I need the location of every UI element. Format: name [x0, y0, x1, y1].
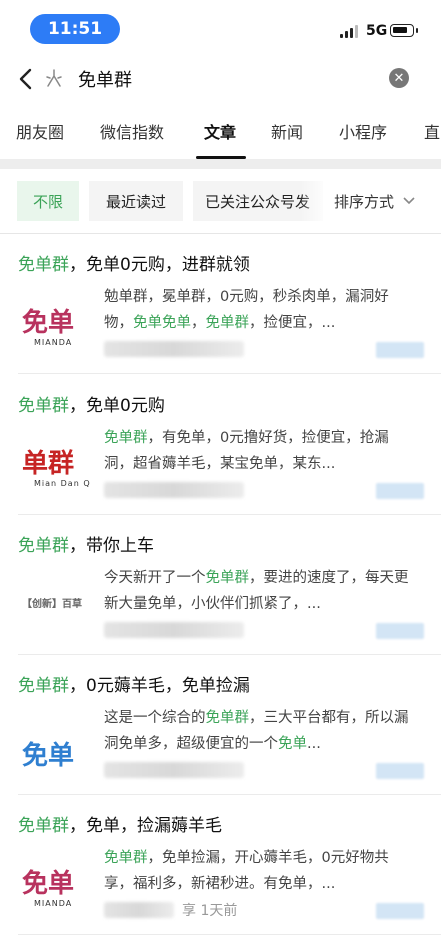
snippet-highlight: 免单群 [205, 315, 250, 331]
article-snippet: 今天新开了一个免单群，要进的速度了，每天更新大量免单，小伙伴们抓紧了，... [104, 565, 416, 617]
title-text: ，带你上车 [69, 536, 154, 556]
snippet-text: 今天新开了一个 [104, 570, 206, 586]
article-result[interactable]: 免单群，带你上车 【创新】百草 今天新开了一个免单群，要进的速度了，每天更新大量免单… [0, 515, 441, 655]
signal-icon [340, 25, 358, 38]
status-time: 11:51 [30, 14, 120, 44]
article-meta [104, 481, 244, 499]
tab-moments[interactable]: 朋友圈 [16, 119, 64, 143]
sparkle-icon[interactable] [44, 68, 64, 90]
article-result[interactable]: 免单群，免单0元购，进群就领 免单 MIANDA 勉单群，冕单群，0元购，秒杀肉单，漏… [0, 234, 441, 374]
article-snippet: 免单群，有免单，0元撸好货，捡便宜，抢漏洞，超省薅羊毛，某宝免单，某东... [104, 425, 416, 477]
blurred-source [104, 622, 244, 638]
thumbnail-text: 【创新】百草 [22, 599, 82, 610]
title-text: ，免单0元购 [69, 396, 165, 416]
article-thumbnail: 【创新】百草 [18, 573, 90, 645]
title-highlight: 免单群 [18, 536, 69, 556]
snippet-text: ... [307, 736, 321, 752]
blurred-tag [376, 763, 424, 779]
blurred-source [104, 341, 244, 357]
snippet-text: 这是一个综合的 [104, 710, 206, 726]
snippet-highlight: 免单群 [205, 710, 250, 726]
snippet-highlight: 免单群 [104, 430, 148, 446]
tab-more[interactable]: 直 [424, 119, 440, 143]
snippet-highlight: 免单群 [104, 850, 148, 866]
thumbnail-subtext: MIANDA [34, 338, 73, 347]
article-title: 免单群，0元薅羊毛，免单捡漏 [18, 671, 250, 696]
divider [18, 373, 441, 374]
thumbnail-text: 单群 [22, 449, 75, 479]
filter-bar: 不限 最近读过 已关注公众号发 排序方式 [0, 169, 441, 233]
article-result[interactable]: 免单群，免单0元购单群Mian Dan Qun免单群，有免单，0元撸好货，捡便宜… [0, 375, 441, 515]
chevron-down-icon [403, 197, 415, 205]
clear-icon[interactable]: ✕ [389, 68, 409, 88]
article-result[interactable]: 免单群，0元薅羊毛，免单捡漏 免单 这是一个综合的免单群，三大平台都有，所以漏洞免单… [0, 655, 441, 795]
article-snippet: 免单群，免单捡漏，开心薅羊毛，0元好物共享，福利多，新裙秒进。有免单，... [104, 845, 416, 897]
thumbnail-subtext: MIANDA [34, 899, 73, 908]
search-input[interactable]: 免单群 [78, 66, 132, 92]
title-highlight: 免单群 [18, 676, 69, 696]
tab-mini-programs[interactable]: 小程序 [339, 119, 387, 143]
thumbnail-text: 免单 [22, 741, 75, 771]
tab-bar: 朋友圈 微信指数 文章 新闻 小程序 直 [0, 103, 441, 159]
filter-any[interactable]: 不限 [17, 181, 79, 221]
snippet-highlight: 免单 [278, 736, 307, 752]
snippet-text: ，有免单，0元撸好货，捡便宜，抢漏洞，超省薅羊毛，某宝免单，某东... [104, 430, 389, 472]
tab-articles[interactable]: 文章 [204, 119, 236, 143]
blurred-tag [376, 342, 424, 358]
snippet-text: ， [191, 315, 206, 331]
article-meta [104, 761, 244, 779]
article-thumbnail: 免单 [18, 713, 90, 785]
article-title: 免单群，免单，捡漏薅羊毛 [18, 811, 222, 836]
blurred-source [104, 762, 244, 778]
title-highlight: 免单群 [18, 255, 69, 275]
article-snippet: 勉单群，冕单群，0元购，秒杀肉单，漏洞好物，免单免单，免单群，捡便宜，... [104, 284, 416, 336]
article-meta [104, 621, 244, 639]
article-title: 免单群，带你上车 [18, 531, 154, 556]
sort-dropdown[interactable]: 排序方式 [328, 181, 417, 221]
thumbnail-text: 免单 [22, 869, 75, 899]
title-highlight: 免单群 [18, 396, 69, 416]
blurred-source [104, 902, 174, 918]
title-text: ，免单，捡漏薅羊毛 [69, 816, 222, 836]
article-thumbnail: 免单 MIANDA [18, 292, 90, 364]
filter-recently-read[interactable]: 最近读过 [89, 181, 183, 221]
blurred-tag [376, 483, 424, 499]
blurred-tag [376, 623, 424, 639]
back-arrow-icon[interactable] [16, 65, 38, 93]
blurred-source [104, 482, 244, 498]
article-result[interactable]: 免单群，免单，捡漏薅羊毛 免单 MIANDA 免单群，免单捡漏，开心薅羊毛，0元好物共… [0, 795, 441, 935]
article-snippet: 这是一个综合的免单群，三大平台都有，所以漏洞免单多，超级便宜的一个免单... [104, 705, 416, 757]
article-meta [104, 340, 244, 358]
section-gap [0, 159, 441, 169]
sort-label: 排序方式 [334, 192, 395, 211]
article-thumbnail: 免单 MIANDA [18, 853, 90, 925]
title-text: ，免单0元购，进群就领 [69, 255, 250, 275]
status-bar: 11:51 5G [0, 0, 441, 56]
article-date: 享 1天前 [182, 903, 238, 919]
blurred-tag [376, 903, 424, 919]
snippet-text: ，免单捡漏，开心薅羊毛，0元好物共享，福利多，新裙秒进。有免单，... [104, 850, 389, 892]
tab-news[interactable]: 新闻 [271, 119, 303, 143]
filter-fade [300, 181, 330, 221]
thumbnail-text: 免单 [22, 308, 75, 338]
search-bar: 免单群 ✕ [0, 56, 441, 102]
battery-icon [390, 24, 418, 37]
article-title: 免单群，免单0元购，进群就领 [18, 250, 250, 275]
snippet-text: ，捡便宜，... [249, 315, 336, 331]
title-highlight: 免单群 [18, 816, 69, 836]
article-meta: 享 1天前 [104, 901, 237, 919]
snippet-highlight: 免单群 [205, 570, 250, 586]
network-label: 5G [366, 23, 388, 39]
thumbnail-subtext: Mian Dan Qun [34, 479, 90, 488]
tab-wechat-index[interactable]: 微信指数 [100, 119, 164, 143]
article-thumbnail: 单群Mian Dan Qun [18, 433, 90, 505]
article-title: 免单群，免单0元购 [18, 391, 165, 416]
snippet-highlight: 免单免单 [133, 315, 191, 331]
title-text: ，0元薅羊毛，免单捡漏 [69, 676, 250, 696]
